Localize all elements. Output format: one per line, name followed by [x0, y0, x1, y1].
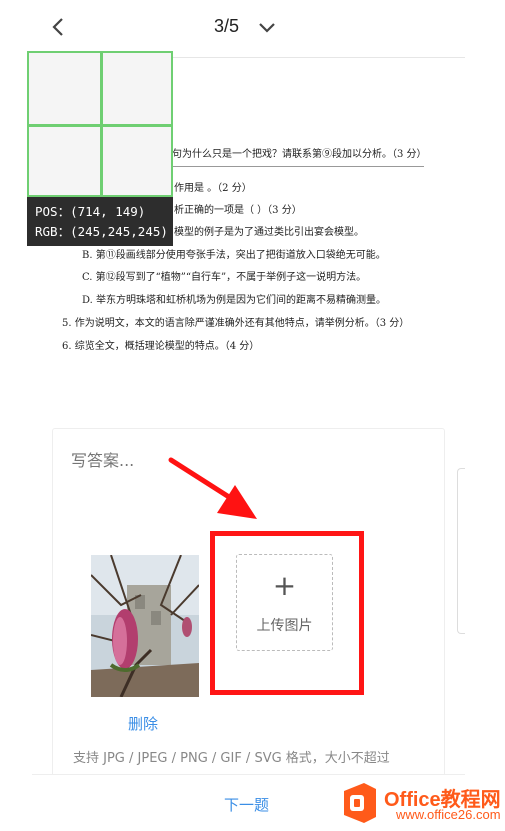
magnifier-grid: [27, 51, 173, 197]
page-indicator: 3/5: [214, 16, 240, 36]
magnolia-photo-icon: [91, 555, 199, 697]
position-readout: POS：(714, 149): [35, 204, 146, 219]
question-line: 句为什么只是一个把戏？请联系第⑨段加以分析。（3 分）: [172, 149, 427, 160]
next-question-button[interactable]: 下一题: [224, 794, 269, 815]
top-bar: 3/5: [32, 0, 465, 58]
question-line: 作用是 。（2 分）: [174, 183, 252, 194]
upload-format-hint: 支持 JPG / JPEG / PNG / GIF / SVG 格式，大小不超过: [73, 751, 390, 766]
question-6: 6. 综览全文，概括理论模型的特点。（4 分）: [62, 341, 260, 352]
watermark-url: www.office26.com: [396, 807, 501, 822]
question-option-b: B. 第⑪段画线部分使用夸张手法，突出了把街道放入口袋绝无可能。: [82, 250, 386, 261]
upload-image-button[interactable]: + 上传图片: [236, 554, 333, 651]
rgb-readout: RGB：(245,245,245): [35, 224, 168, 239]
watermark: Office教程网 www.office26.com: [338, 781, 501, 827]
side-edge-panel: [457, 468, 465, 634]
grid-line-horizontal: [29, 124, 171, 127]
question-line: 析正确的一项是（ ）（3 分）: [174, 205, 302, 216]
pixel-info-panel: POS：(714, 149) RGB：(245,245,245): [27, 197, 173, 246]
question-5: 5. 作为说明文，本文的语言除严谨准确外还有其他特点，请举例分析。（3 分）: [62, 318, 410, 329]
plus-icon: +: [272, 569, 297, 602]
question-option-d: D. 举东方明珠塔和虹桥机场为例是因为它们间的距离不易精确测量。: [82, 295, 387, 306]
delete-image-link[interactable]: 删除: [128, 713, 158, 734]
uploaded-image-thumbnail[interactable]: [91, 555, 199, 697]
upload-label: 上传图片: [256, 618, 313, 634]
question-line: 模型的例子是为了通过类比引出宴会模型。: [174, 227, 364, 238]
question-option-c: C. 第⑫段写到了“植物”“自行车”，不属于举例子这一说明方法。: [82, 272, 367, 283]
office-logo-icon: [344, 783, 376, 823]
red-arrow-annotation-icon: [168, 457, 257, 519]
back-arrow-icon[interactable]: [48, 16, 70, 38]
color-picker-overlay: POS：(714, 149) RGB：(245,245,245): [27, 51, 173, 246]
chevron-down-icon[interactable]: [256, 16, 278, 38]
